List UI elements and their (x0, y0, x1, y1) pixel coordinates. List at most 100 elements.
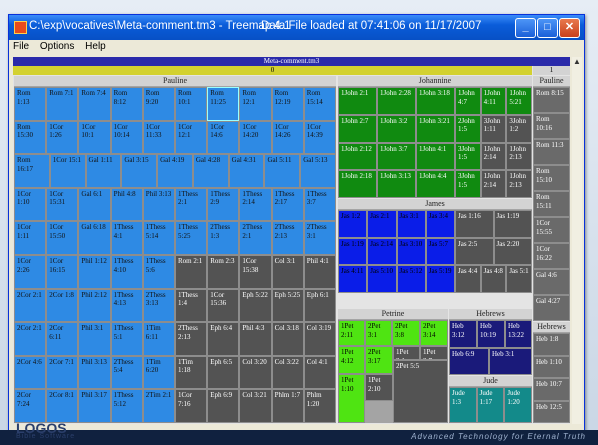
treemap-cell[interactable]: 1Pet 3:7 (420, 346, 448, 360)
treemap-cell[interactable]: 1Cor 1:11 (14, 221, 47, 255)
treemap-cell[interactable]: Heb 10:7 (533, 378, 570, 401)
treemap-cell[interactable]: 2Thess 1:3 (207, 221, 240, 255)
treemap-cell[interactable]: 1Thess 5:12 (110, 389, 143, 423)
treemap-cell[interactable]: 1John 2:28 (377, 87, 416, 115)
treemap-cell[interactable]: Gal 6:18 (78, 221, 111, 255)
treemap-cell[interactable]: 1John 3:21 (416, 114, 455, 143)
treemap-cell[interactable]: 1Pet 3:1 (393, 346, 420, 360)
treemap-cell[interactable]: Eph 6:9 (207, 389, 240, 423)
treemap-cell[interactable]: 2Cor 7:24 (14, 389, 47, 423)
treemap-cell[interactable]: Rom 9:20 (142, 87, 175, 121)
treemap-cell[interactable]: Jas 5:10 (367, 265, 397, 293)
treemap-cell[interactable]: 1John 5:21 (506, 87, 532, 115)
treemap-cell[interactable]: Jas 1:19 (338, 237, 368, 266)
treemap-cell[interactable]: 1Thess 4:13 (110, 288, 143, 323)
treemap-cell[interactable]: Phil 1:12 (78, 255, 111, 289)
menu-file[interactable]: File (9, 40, 33, 53)
treemap-cell[interactable]: Gal 5:11 (264, 154, 301, 188)
treemap-cell[interactable]: 2Thess 3:13 (142, 288, 175, 323)
treemap-cell[interactable]: 1Cor 15:31 (46, 187, 79, 222)
treemap-cell[interactable]: 1John 2:14 (480, 170, 507, 198)
treemap-cell[interactable]: 3John 1:2 (506, 114, 532, 143)
treemap-cell[interactable]: 2Cor 7:1 (46, 355, 79, 390)
treemap-cell[interactable]: Phlm 1:20 (303, 389, 336, 423)
treemap-cell[interactable]: 1Thess 3:7 (303, 187, 336, 222)
treemap-cell[interactable]: 1Thess 4:10 (110, 255, 143, 289)
treemap-cell[interactable]: 1Cor 2:26 (14, 255, 47, 289)
treemap-cell[interactable]: Rom 8:15 (533, 87, 570, 113)
treemap-cell[interactable]: 3John 1:5 (455, 142, 481, 171)
maximize-button[interactable]: □ (537, 18, 558, 38)
treemap-cell[interactable]: Phil 3:17 (78, 389, 111, 423)
treemap-cell[interactable]: Eph 5:22 (239, 288, 272, 323)
group-pauline-secondary[interactable]: Pauline Rom 8:15 Rom 10:16 Rom 11:3 Rom 15:… (533, 76, 570, 321)
treemap-cell[interactable]: 1Thess 5:6 (142, 255, 175, 289)
group-johannine[interactable]: Johannine 1John 2:1 1John 2:28 1John 3:18 1… (338, 76, 532, 198)
treemap-cell[interactable]: Col 3:21 (239, 389, 272, 423)
group-james[interactable]: James Jas 1:2 Jas 2:1 Jas 3:1 Jas 3:4 Jas 1:… (338, 199, 532, 293)
treemap-cell[interactable]: 2Thess 3:1 (303, 221, 336, 255)
treemap-cell[interactable]: 1Cor 16:15 (46, 255, 79, 289)
treemap-cell[interactable]: 1Cor 12:1 (175, 120, 208, 155)
treemap-cell[interactable]: Eph 6:1 (303, 288, 336, 323)
treemap-cell[interactable]: Rom 12:1 (239, 87, 272, 121)
treemap-cell[interactable]: Rom 1:13 (14, 87, 47, 121)
treemap-cell[interactable]: 2Cor 8:1 (46, 389, 79, 423)
treemap-cell[interactable]: Jude 1:3 (449, 387, 477, 423)
treemap-cell[interactable]: Jas 5:12 (396, 265, 426, 293)
treemap-cell[interactable]: Heb 1:10 (533, 355, 570, 378)
treemap-cell[interactable]: Phil 4:8 (110, 187, 143, 222)
treemap-cell[interactable]: Rom 11:3 (533, 139, 570, 165)
treemap-cell[interactable]: 1John 2:7 (338, 114, 377, 143)
treemap-cell[interactable]: Jas 2:1 (367, 210, 397, 238)
treemap-cell[interactable]: 1Cor 10:1 (78, 120, 111, 155)
treemap-cell[interactable]: 1Pet 2:11 (338, 320, 365, 346)
treemap-cell[interactable]: Rom 11:25 (207, 87, 240, 121)
treemap-cell[interactable]: Col 3:20 (239, 355, 272, 390)
treemap-cell[interactable]: 2Pet 3:8 (392, 320, 420, 346)
treemap-cell[interactable]: 2Thess 5:4 (110, 355, 143, 390)
treemap-cell[interactable]: Gal 5:13 (300, 154, 336, 188)
treemap-cell[interactable]: Jas 3:1 (396, 210, 426, 238)
treemap-cell[interactable]: 2Tim 2:1 (142, 389, 175, 423)
treemap-cell[interactable]: 1John 2:13 (506, 170, 532, 198)
treemap-cell[interactable]: Col 3:22 (271, 355, 304, 390)
title-bar[interactable]: C:\exp\vocatives\Meta-comment.tm3 - Tree… (9, 15, 584, 40)
minimize-button[interactable]: _ (515, 18, 536, 38)
treemap-cell[interactable]: Gal 1:11 (85, 154, 122, 188)
group-pauline[interactable]: Pauline Rom 1:13 Rom 7:1 Rom 7:4 Rom 8:12 Ro… (14, 76, 336, 423)
treemap-cell[interactable]: Heb 13:22 (505, 320, 532, 348)
treemap-cell[interactable]: Phil 4:3 (239, 322, 272, 356)
treemap-cell[interactable]: Eph 5:25 (271, 288, 304, 323)
treemap-cell[interactable]: 2Cor 2:1 (14, 288, 47, 323)
treemap-cell[interactable]: Phil 3:1 (78, 322, 111, 356)
value-0-header[interactable]: 0 (13, 66, 532, 75)
treemap-cell[interactable]: Heb 12:5 (533, 400, 570, 423)
treemap-cell[interactable]: Jas 1:19 (493, 210, 532, 238)
treemap-cell[interactable]: Jas 5:1 (506, 265, 532, 293)
treemap-cell[interactable]: 1Cor 15:55 (533, 217, 570, 243)
treemap-cell[interactable]: 1Cor 16:22 (533, 243, 570, 269)
treemap-cell[interactable]: Gal 4:28 (192, 154, 229, 188)
treemap-cell[interactable]: 1Cor 1:26 (46, 120, 79, 155)
treemap-cell[interactable]: Gal 4:27 (533, 295, 570, 321)
treemap-cell[interactable]: 1Cor 14:20 (239, 120, 272, 155)
treemap-cell[interactable]: 1John 3:13 (377, 170, 416, 198)
treemap-cell[interactable]: 2Cor 6:11 (46, 322, 79, 356)
treemap-cell[interactable]: 3John 1:5 (455, 170, 481, 198)
treemap-cell[interactable]: Heb 1:8 (533, 333, 570, 356)
treemap-cell[interactable]: Rom 2:3 (207, 255, 240, 289)
treemap-cell[interactable]: 1Pet 2:10 (365, 374, 393, 401)
treemap-cell[interactable]: Jude 1:17 (476, 387, 505, 423)
treemap-cell[interactable]: Rom 15:10 (533, 165, 570, 191)
treemap-cell[interactable]: 1Thess 2:14 (239, 187, 272, 222)
treemap-cell[interactable]: Phil 3:13 (142, 187, 175, 222)
treemap-cell[interactable]: Jas 2:20 (493, 237, 532, 266)
treemap-cell[interactable]: 1Cor 14:39 (303, 120, 336, 155)
treemap-cell[interactable]: Rom 16:17 (14, 154, 50, 188)
treemap-cell[interactable]: 1Cor 15:50 (46, 221, 79, 255)
treemap-cell[interactable]: Jas 5:19 (425, 265, 455, 293)
treemap-cell[interactable]: 2Pet 3:14 (420, 320, 448, 346)
treemap-cell[interactable]: Heb 3:12 (449, 320, 477, 348)
treemap-cell[interactable]: 1Cor 15:1 (49, 154, 86, 188)
